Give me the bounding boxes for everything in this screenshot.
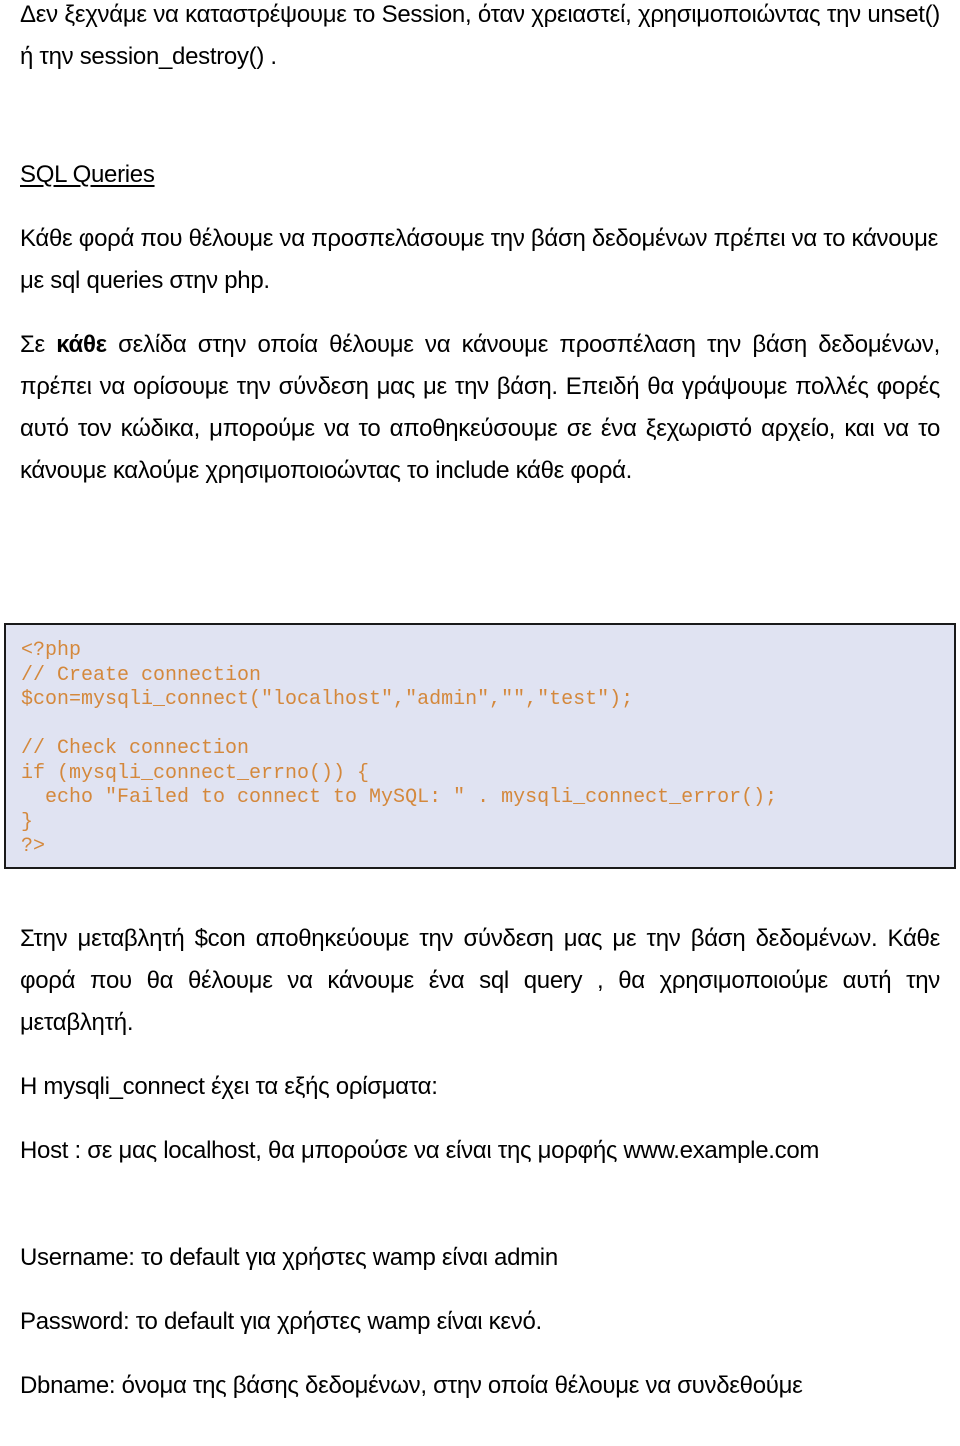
- paragraph-connection-every-page: Σε κάθε σελίδα στην οποία θέλουμε να κάν…: [20, 324, 940, 492]
- paragraph-suffix: σελίδα στην οποία θέλουμε να κάνουμε προ…: [20, 331, 940, 484]
- code-comment: // Create connection: [21, 663, 262, 687]
- emphasized-word: κάθε: [56, 331, 107, 358]
- intro-paragraph: Δεν ξεχνάμε να καταστρέψουμε το Session,…: [20, 1, 940, 70]
- argument-dbname: Dbname: όνομα της βάσης δεδομένων, στην …: [20, 1372, 803, 1399]
- paragraph-arguments-intro: Η mysqli_connect έχει τα εξής ορίσματα:: [20, 1073, 438, 1100]
- argument-host: Host : σε μας localhost, θα μπορούσε να …: [20, 1137, 820, 1164]
- argument-password: Password: το default για χρήστες wamp εί…: [20, 1308, 542, 1335]
- code-line: echo "Failed to connect to MySQL: " . my…: [21, 786, 778, 809]
- paragraph-access-database: Κάθε φορά που θέλουμε να προσπελάσουμε τ…: [20, 225, 939, 294]
- argument-username: Username: το default για χρήστες wamp εί…: [20, 1244, 558, 1271]
- paragraph-prefix: Σε: [20, 331, 57, 358]
- code-line: $con=mysqli_connect("localhost","admin",…: [21, 688, 634, 711]
- code-line: <?php: [21, 639, 82, 662]
- code-block: <?php// Create connection $con=mysqli_con…: [4, 623, 956, 869]
- section-heading: SQL Queries: [20, 161, 155, 188]
- paragraph-con-variable: Στην μεταβλητή $con αποθηκεύουμε την σύν…: [20, 925, 940, 1036]
- code-line: }: [21, 810, 34, 834]
- code-comment: // Check connection: [21, 737, 250, 760]
- code-line: if (mysqli_connect_errno()) {: [21, 761, 370, 785]
- code-listing: <?php// Create connection $con=mysqli_con…: [21, 639, 777, 860]
- code-line: ?>: [21, 835, 46, 858]
